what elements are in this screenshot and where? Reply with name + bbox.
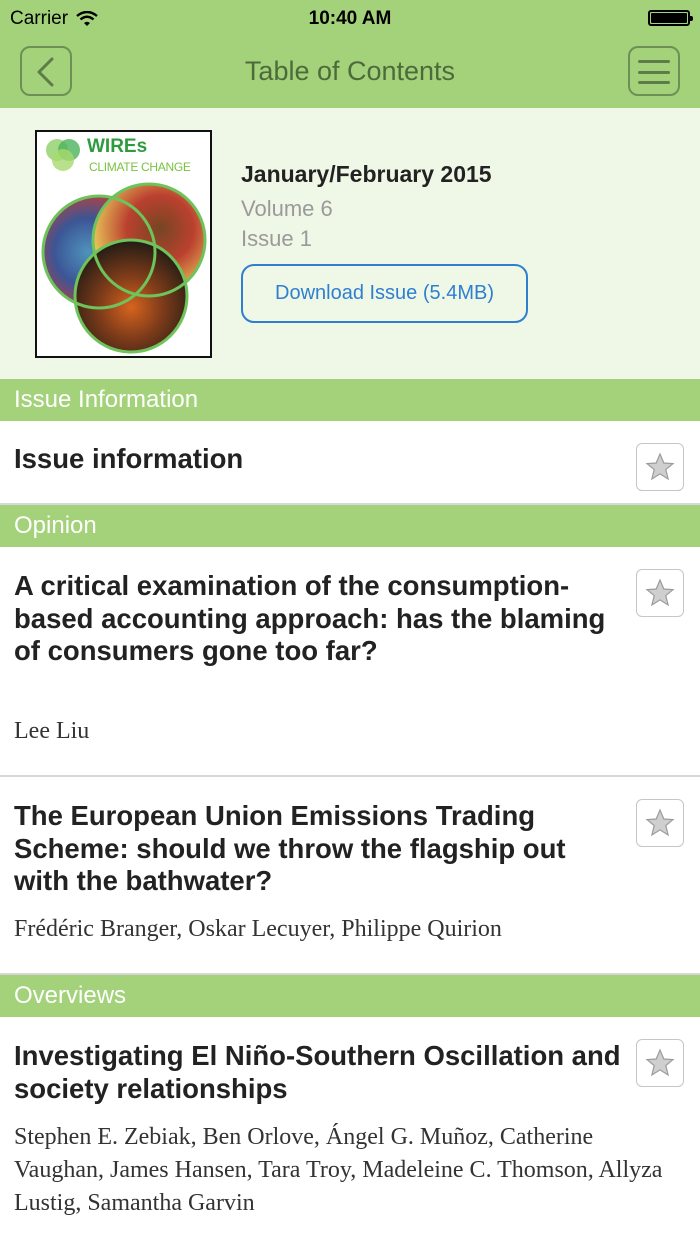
hamburger-menu-icon [638, 60, 670, 63]
cover-journal-name: WIREs [87, 136, 148, 157]
page-title: Table of Contents [244, 56, 456, 86]
favorite-star-button[interactable] [636, 569, 684, 617]
battery-icon [648, 10, 693, 26]
journal-cover-image[interactable]: WIREs CLIMATE CHANGE [35, 130, 212, 358]
navigation-bar: Table of Contents [0, 36, 700, 108]
article-row[interactable]: Issue information [0, 421, 700, 505]
issue-header: WIREs CLIMATE CHANGE January/February 20… [0, 108, 700, 379]
issue-volume: Volume 6 [241, 196, 333, 221]
favorite-star-button[interactable] [636, 1039, 684, 1087]
section-header-opinion: Opinion [0, 505, 700, 547]
issue-number: Issue 1 [241, 226, 312, 251]
article-title: The European Union Emissions Trading Sch… [14, 800, 566, 896]
article-title: A critical examination of the consumptio… [14, 570, 606, 666]
star-icon [645, 452, 675, 481]
status-bar: Carrier 10:40 AM [0, 0, 700, 36]
favorite-star-button[interactable] [636, 443, 684, 491]
article-title: Investigating El Niño-Southern Oscillati… [14, 1040, 621, 1104]
article-title: Issue information [14, 443, 244, 474]
top-bar: Carrier 10:40 AM Table of Contents [0, 0, 700, 108]
star-icon [645, 1048, 675, 1077]
article-row[interactable]: Investigating El Niño-Southern Oscillati… [0, 1017, 700, 1244]
section-header-issue-information: Issue Information [0, 379, 700, 421]
section-header-overviews: Overviews [0, 975, 700, 1017]
status-time: 10:40 AM [308, 8, 392, 29]
star-icon [645, 808, 675, 837]
article-authors: Stephen E. Zebiak, Ben Orlove, Ángel G. … [14, 1124, 663, 1216]
download-issue-button[interactable]: Download Issue (5.4MB) [241, 264, 528, 323]
article-row[interactable]: A critical examination of the consumptio… [0, 547, 700, 777]
issue-date: January/February 2015 [241, 161, 492, 187]
cover-journal-subtitle: CLIMATE CHANGE [89, 160, 191, 174]
article-row[interactable]: The European Union Emissions Trading Sch… [0, 777, 700, 975]
star-icon [645, 578, 675, 607]
article-authors: Lee Liu [14, 718, 90, 744]
menu-button[interactable] [628, 46, 680, 96]
favorite-star-button[interactable] [636, 799, 684, 847]
article-authors: Frédéric Branger, Oskar Lecuyer, Philipp… [14, 916, 502, 942]
